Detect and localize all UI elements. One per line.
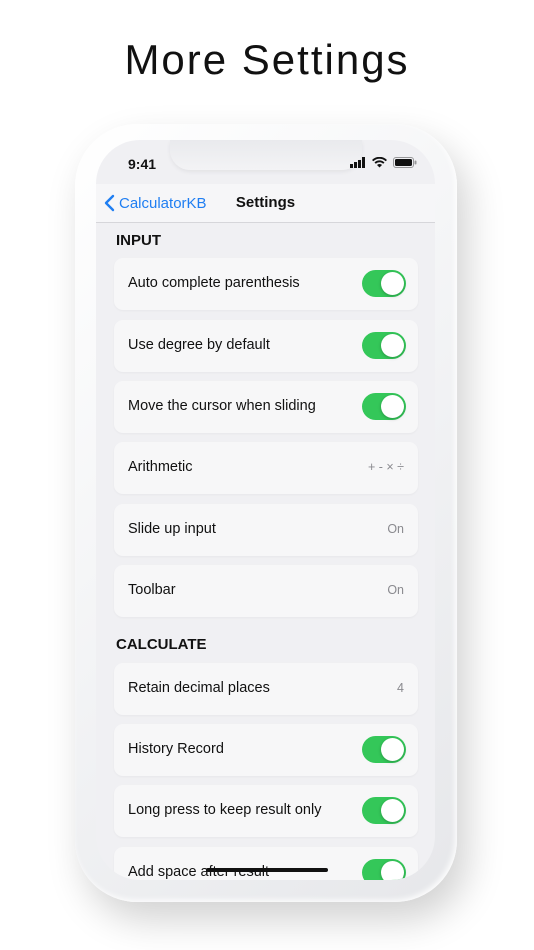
setting-label: Move the cursor when sliding [128,398,316,414]
toggle-knob [381,395,404,418]
notch [170,140,362,170]
toggle-switch[interactable] [362,859,406,880]
battery-icon [393,157,417,168]
toggle-knob [381,334,404,357]
setting-label: Toolbar [128,582,176,598]
phone-screen: 9:41 CalculatorKB Settings INPUT Auto co… [96,140,435,880]
toggle-switch[interactable] [362,393,406,420]
setting-row-use-degree[interactable]: Use degree by default [114,320,418,372]
toggle-knob [381,799,404,822]
page-title: Settings [235,194,296,211]
home-indicator [206,868,328,872]
setting-row-history-record[interactable]: History Record [114,724,418,776]
setting-row-arithmetic[interactable]: Arithmetic + - × ÷ [114,442,418,494]
signal-icon [350,157,365,168]
setting-value: 4 [397,681,404,695]
setting-label: Retain decimal places [128,680,270,696]
status-icons [350,157,417,168]
setting-value: + - × ÷ [367,460,404,474]
toggle-switch[interactable] [362,270,406,297]
section-header-input: INPUT [116,232,161,249]
toggle-knob [381,861,404,880]
toggle-knob [381,272,404,295]
setting-label: History Record [128,741,224,757]
setting-row-long-press[interactable]: Long press to keep result only [114,785,418,837]
section-header-calculate: CALCULATE [116,636,207,653]
setting-label: Arithmetic [128,459,193,475]
setting-row-move-cursor[interactable]: Move the cursor when sliding [114,381,418,433]
toggle-switch[interactable] [362,797,406,824]
setting-row-slide-up-input[interactable]: Slide up input On [114,504,418,556]
setting-row-retain-decimal-places[interactable]: Retain decimal places 4 [114,663,418,715]
setting-label: Long press to keep result only [128,802,322,818]
wifi-icon [372,157,387,168]
navigation-bar: CalculatorKB Settings [96,184,435,223]
setting-value: On [387,583,404,597]
toggle-switch[interactable] [362,332,406,359]
headline: More Settings [124,36,410,83]
setting-label: Auto complete parenthesis [128,275,300,291]
setting-row-toolbar[interactable]: Toolbar On [114,565,418,617]
toggle-switch[interactable] [362,736,406,763]
setting-value: On [387,522,404,536]
setting-label: Use degree by default [128,337,270,353]
setting-row-add-space[interactable]: Add space after result [114,847,418,880]
setting-label: Slide up input [128,521,216,537]
setting-label: Add space after result [128,864,270,880]
toggle-knob [381,738,404,761]
status-time: 9:41 [128,156,157,172]
setting-row-auto-complete-parenthesis[interactable]: Auto complete parenthesis [114,258,418,310]
